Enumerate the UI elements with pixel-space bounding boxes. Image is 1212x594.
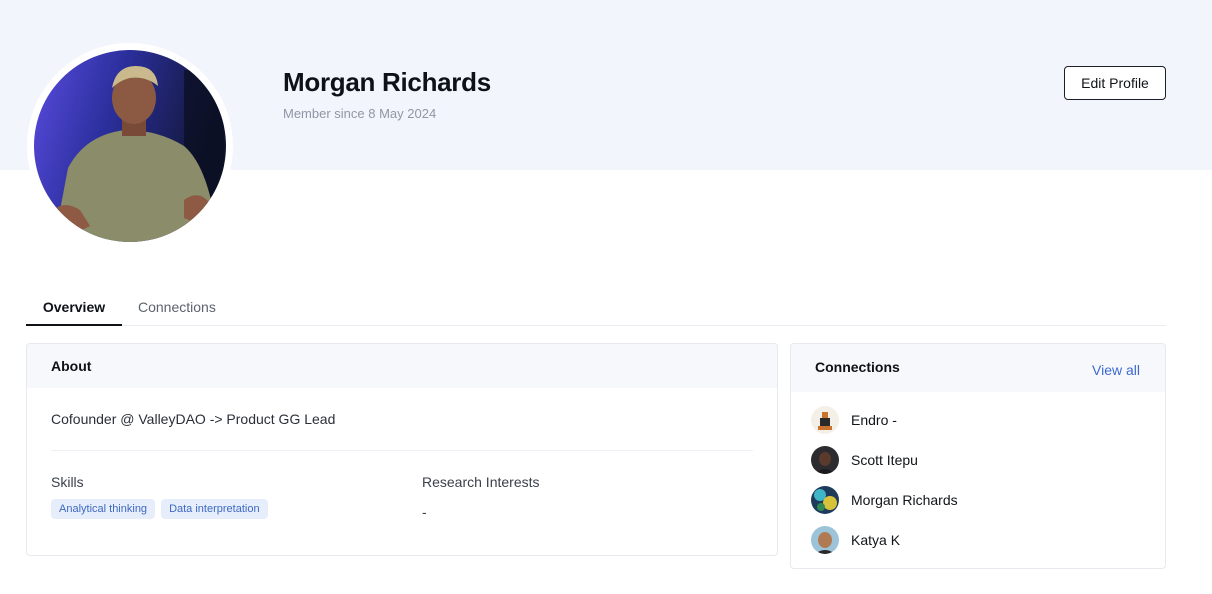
connections-title: Connections xyxy=(815,359,900,375)
profile-avatar-frame xyxy=(27,43,233,249)
view-all-link[interactable]: View all xyxy=(1092,362,1140,378)
connection-item[interactable]: Katya K xyxy=(811,526,1141,554)
connection-avatar xyxy=(811,526,839,554)
tab-connections[interactable]: Connections xyxy=(138,292,216,326)
profile-avatar[interactable] xyxy=(34,50,226,242)
about-divider xyxy=(51,450,753,451)
connection-name: Morgan Richards xyxy=(851,492,958,508)
connection-item[interactable]: Scott Itepu xyxy=(811,446,1141,474)
profile-bio: Cofounder @ ValleyDAO -> Product GG Lead xyxy=(51,411,336,427)
connection-name: Katya K xyxy=(851,532,901,548)
profile-page: Morgan Richards Member since 8 May 2024 … xyxy=(0,0,1212,594)
connections-card: Connections View all Endro - Scott Itepu… xyxy=(790,343,1166,569)
connection-name: Endro - xyxy=(851,412,897,428)
research-interests-label: Research Interests xyxy=(422,474,540,490)
edit-profile-button[interactable]: Edit Profile xyxy=(1064,66,1166,100)
connection-name: Scott Itepu xyxy=(851,452,918,468)
member-since-text: Member since 8 May 2024 xyxy=(283,106,437,121)
connection-avatar xyxy=(811,406,839,434)
connections-card-header: Connections View all xyxy=(791,344,1165,392)
research-interests-value: - xyxy=(422,504,427,520)
profile-name: Morgan Richards xyxy=(283,67,491,97)
connections-list: Endro - Scott Itepu Morgan Richards Katy… xyxy=(811,406,1141,566)
tab-overview[interactable]: Overview xyxy=(26,292,122,326)
skills-list: Analytical thinking Data interpretation xyxy=(51,499,268,519)
skill-tag: Analytical thinking xyxy=(51,499,156,519)
about-title: About xyxy=(51,358,92,374)
connection-item[interactable]: Endro - xyxy=(811,406,1141,434)
skills-label: Skills xyxy=(51,474,84,490)
connection-item[interactable]: Morgan Richards xyxy=(811,486,1141,514)
about-card-header: About xyxy=(27,344,777,388)
about-card: About Cofounder @ ValleyDAO -> Product G… xyxy=(26,343,778,556)
profile-tabs: Overview Connections xyxy=(26,292,1166,326)
skill-tag: Data interpretation xyxy=(161,499,268,519)
connection-avatar xyxy=(811,486,839,514)
connection-avatar xyxy=(811,446,839,474)
